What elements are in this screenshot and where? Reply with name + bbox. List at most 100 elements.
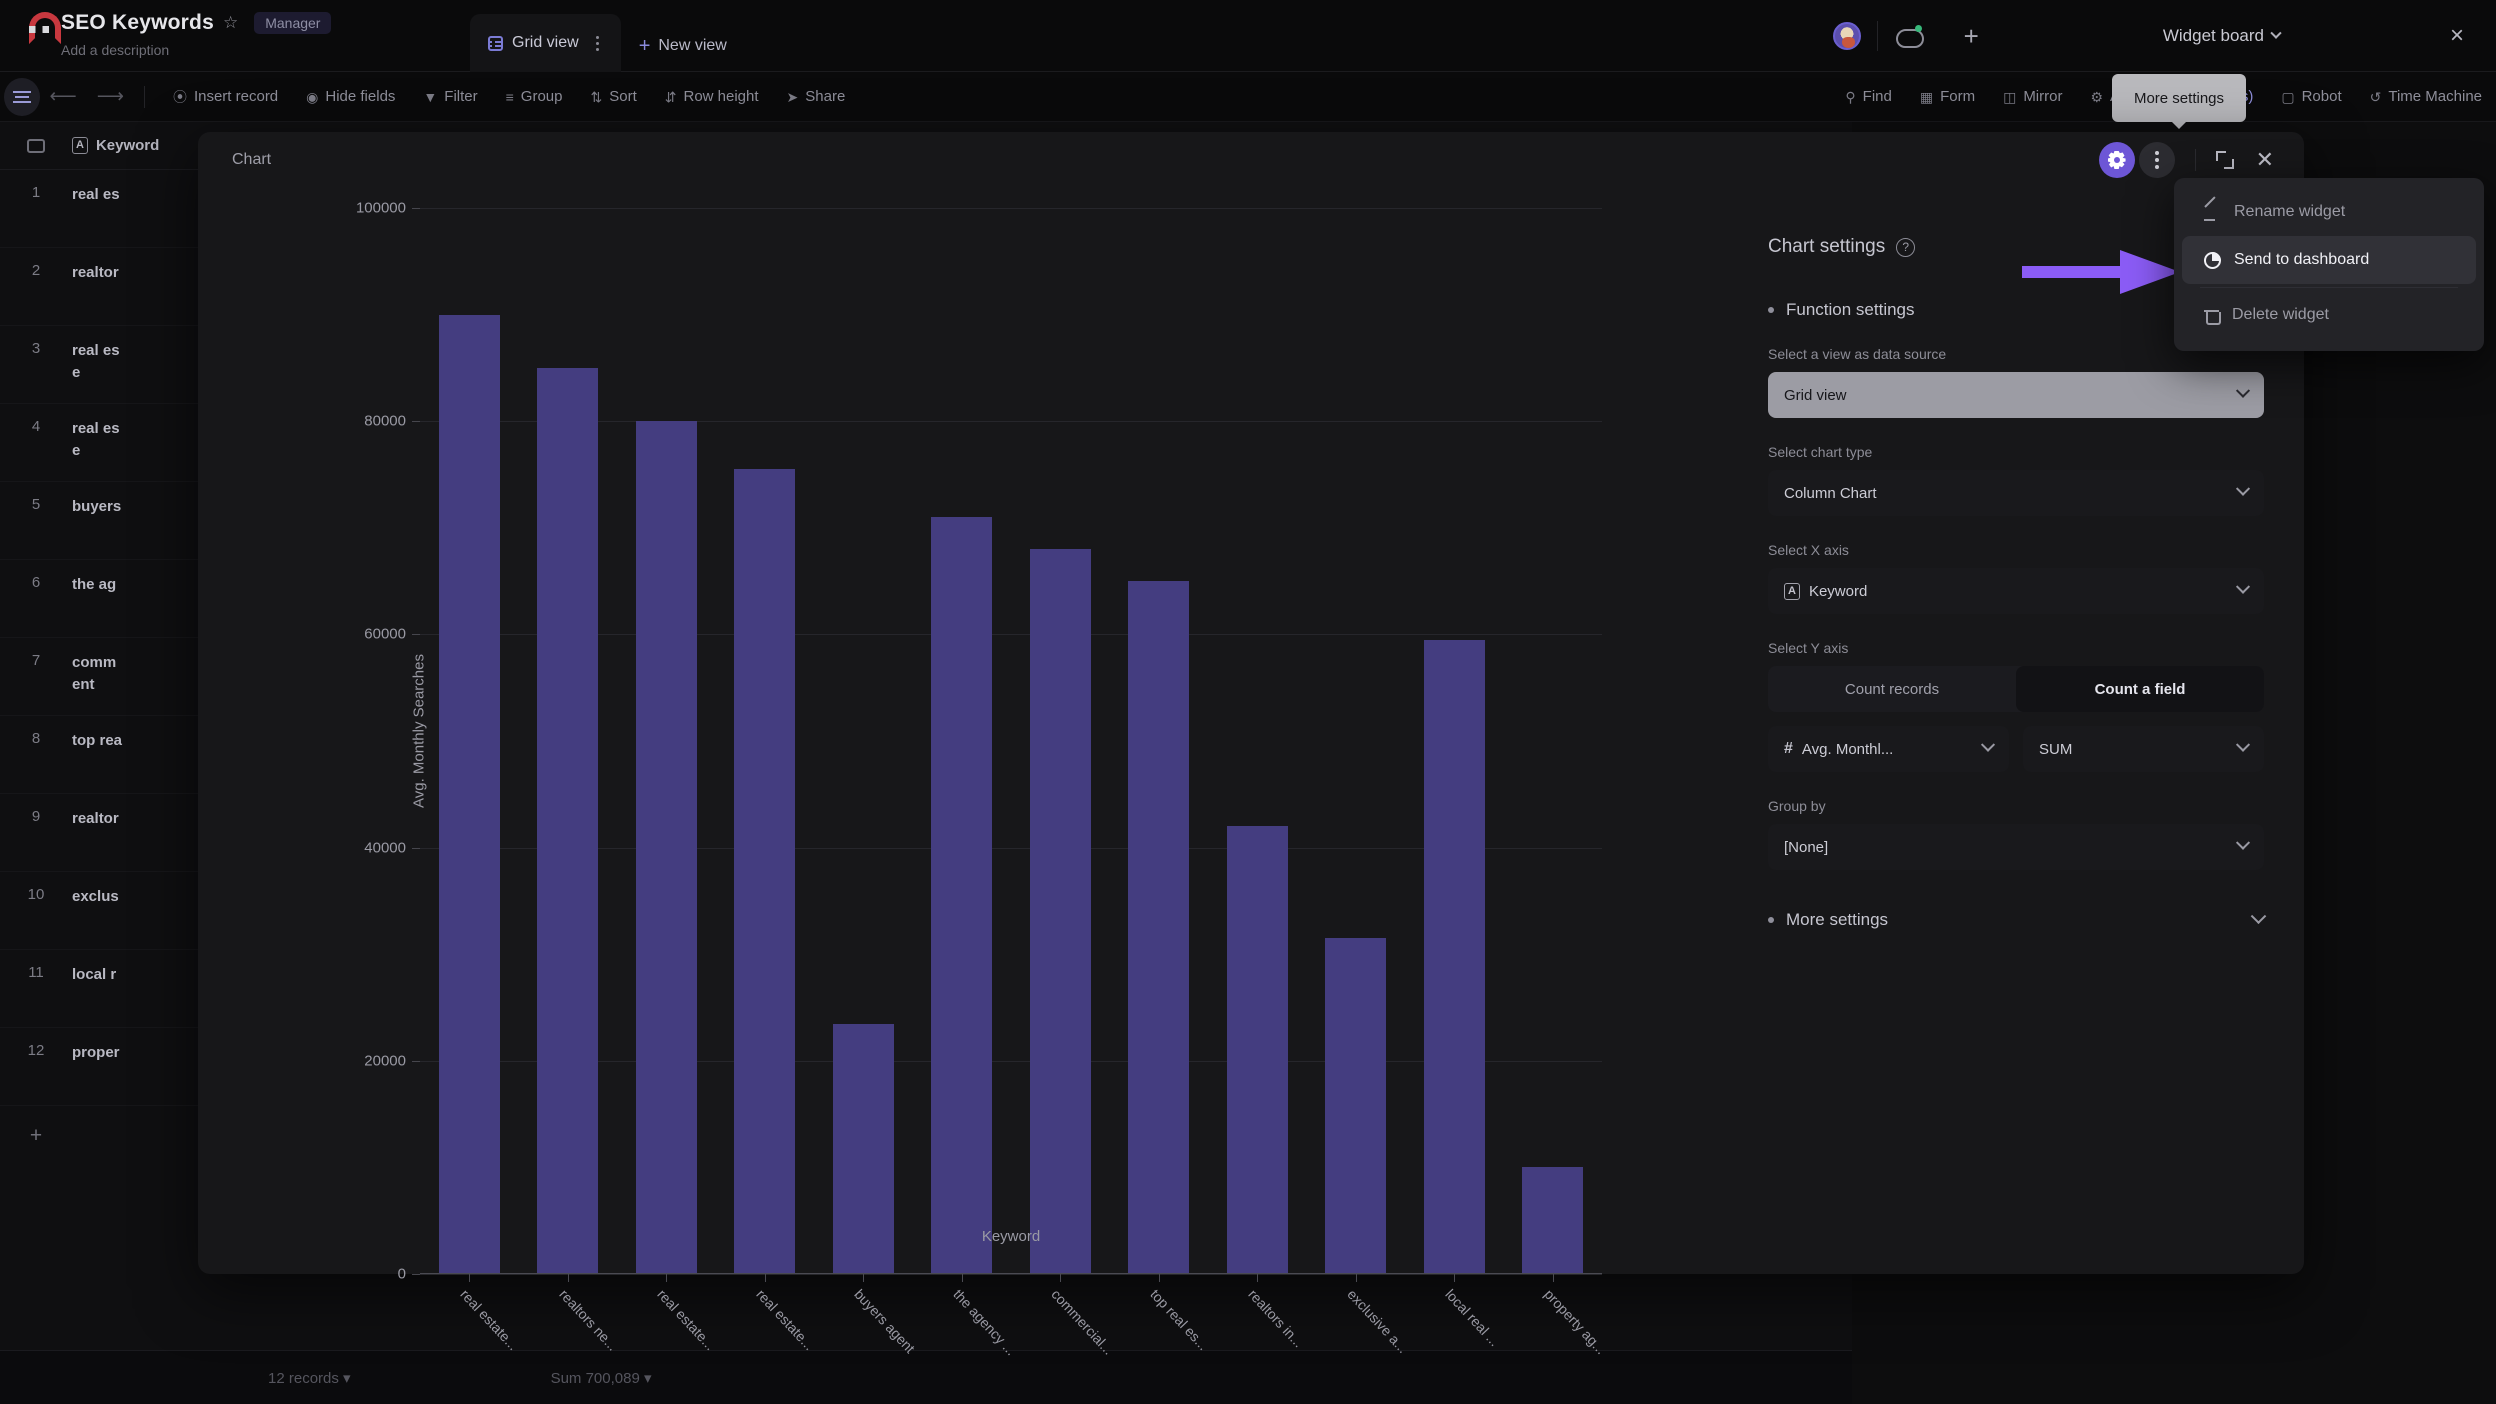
new-view-button[interactable]: + New view — [621, 36, 743, 72]
select-all-checkbox[interactable] — [0, 138, 72, 153]
grid-view-icon — [488, 35, 503, 51]
x-tick-mark — [1158, 1274, 1160, 1282]
cell-keyword[interactable]: real es — [72, 184, 120, 206]
close-icon[interactable]: ✕ — [2256, 147, 2274, 173]
undo-button[interactable]: ⟵ — [40, 85, 87, 108]
record-count[interactable]: 12 records ▾ — [268, 1369, 351, 1387]
row-number: 4 — [31, 418, 41, 435]
row-number: 9 — [31, 808, 41, 825]
toolbar-filter[interactable]: ▼ Filter — [409, 88, 491, 105]
y-tick-label: 80000 — [364, 412, 406, 430]
x-tick-mark — [567, 1274, 569, 1282]
group-by-select[interactable]: [None] — [1768, 824, 2264, 870]
star-icon[interactable]: ☆ — [223, 13, 238, 33]
bar[interactable] — [1226, 826, 1288, 1274]
menu-item-delete-widget-label: Delete widget — [2232, 306, 2329, 323]
toolbar-row-height-label: Row height — [683, 88, 759, 105]
question-mark-icon[interactable]: ? — [1896, 237, 1916, 257]
text-field-icon: A — [1784, 582, 1800, 600]
bar[interactable] — [1522, 1167, 1584, 1274]
bar[interactable] — [734, 469, 796, 1274]
y-axis-field-select[interactable]: # Avg. Monthl... — [1768, 726, 2009, 772]
bar-group: realtors in... — [1208, 208, 1307, 1350]
sum-summary[interactable]: Sum 700,089 ▾ — [551, 1369, 652, 1387]
cell-keyword[interactable]: realtor — [72, 262, 119, 284]
top-bar-right: + Widget board × — [1832, 0, 2496, 72]
cell-keyword[interactable]: comm ent — [72, 652, 116, 696]
cell-keyword[interactable]: realtor — [72, 808, 119, 830]
x-tick-mark — [1060, 1274, 1062, 1282]
more-options-button[interactable] — [2138, 142, 2175, 178]
toolbar-row-height[interactable]: ⇵ Row height — [651, 88, 773, 105]
cell-keyword[interactable]: buyers — [72, 496, 121, 518]
toolbar-mirror-label: Mirror — [2023, 88, 2063, 105]
bar-group: top real es... — [1110, 208, 1211, 1353]
bar[interactable] — [931, 517, 993, 1274]
expand-icon[interactable] — [2215, 151, 2234, 169]
chart-settings-button[interactable] — [2098, 142, 2135, 178]
menu-item-send-to-dashboard[interactable]: Send to dashboard — [2182, 236, 2476, 284]
add-record-icon: + — [29, 1124, 43, 1147]
tab-count-records[interactable]: Count records — [1768, 666, 2016, 712]
chevron-down-icon — [2270, 27, 2282, 39]
bar[interactable] — [1325, 938, 1387, 1274]
toolbar-form[interactable]: ▦ Form — [1906, 88, 1989, 105]
toolbar-robot[interactable]: ▢ Robot — [2267, 88, 2355, 105]
tab-count-a-field[interactable]: Count a field — [2016, 666, 2264, 712]
bar[interactable] — [1423, 639, 1485, 1274]
data-source-select[interactable]: Grid view — [1768, 372, 2264, 418]
toolbar-hide-fields[interactable]: ◉ Hide fields — [292, 88, 409, 105]
avatar[interactable] — [1832, 22, 1861, 50]
x-axis-select[interactable]: A Keyword — [1768, 568, 2264, 614]
menu-item-rename-widget[interactable]: Rename widget — [2182, 188, 2476, 236]
bar[interactable] — [438, 314, 500, 1274]
toolbar-time-machine[interactable]: ↺ Time Machine — [2356, 88, 2496, 105]
form-icon: ▦ — [1919, 88, 1934, 105]
view-options-icon[interactable] — [588, 35, 607, 51]
bar[interactable] — [537, 367, 599, 1274]
widget-board-selector[interactable]: Widget board — [2162, 26, 2282, 46]
record-count-label: 12 records — [268, 1369, 339, 1387]
toolbar-sort[interactable]: ⇅ Sort — [577, 88, 651, 105]
chart-type-select[interactable]: Column Chart — [1768, 470, 2264, 516]
toolbar-group[interactable]: ≡ Group — [492, 88, 577, 105]
text-field-icon: A — [72, 137, 88, 154]
cell-keyword[interactable]: proper — [72, 1042, 120, 1064]
bar[interactable] — [635, 421, 697, 1274]
cell-keyword[interactable]: local r — [72, 964, 116, 986]
add-widget-button[interactable]: + — [1964, 21, 1979, 52]
bar[interactable] — [1128, 581, 1190, 1274]
cell-keyword[interactable]: real es e — [72, 340, 120, 384]
cell-keyword[interactable]: the ag — [72, 574, 116, 596]
cloud-sync-icon[interactable] — [1894, 25, 1924, 48]
cell-keyword[interactable]: top rea — [72, 730, 122, 752]
column-header-keyword[interactable]: A Keyword — [72, 137, 159, 154]
widget-board-label: Widget board — [2162, 26, 2264, 45]
toolbar-mirror[interactable]: ◫ Mirror — [1989, 88, 2076, 105]
close-panel-button[interactable]: × — [2450, 22, 2464, 50]
x-tick-mark — [961, 1274, 963, 1282]
chevron-down-icon — [2235, 383, 2251, 398]
cell-keyword[interactable]: real es e — [72, 418, 120, 462]
tab-grid-view[interactable]: Grid view — [470, 14, 621, 72]
toolbar-share[interactable]: ➤ Share — [773, 88, 860, 105]
redo-button[interactable]: ⟶ — [87, 85, 134, 108]
cell-keyword[interactable]: exclus — [72, 886, 119, 908]
y-axis-aggregate-select[interactable]: SUM — [2023, 726, 2264, 772]
sidebar-toggle-icon[interactable] — [4, 77, 40, 116]
menu-item-rename-widget-label: Rename widget — [2234, 203, 2346, 220]
chart-plot-area: 0 20000 40000 60000 80000 100000 real estate.… — [356, 200, 1609, 1359]
toolbar-find[interactable]: ⚲ Find — [1831, 88, 1905, 105]
more-settings-label: More settings — [1786, 910, 1889, 929]
toolbar-sort-label: Sort — [609, 88, 637, 105]
time-machine-icon: ↺ — [2369, 88, 2382, 105]
y-tick-mark — [412, 1060, 420, 1062]
menu-item-delete-widget[interactable]: Delete widget — [2182, 291, 2476, 339]
more-settings-section[interactable]: More settings — [1768, 907, 2267, 930]
toolbar-insert-record[interactable]: ⦿ Insert record — [159, 88, 292, 105]
trash-icon — [2204, 307, 2221, 325]
y-axis-aggregate-value: SUM — [2039, 740, 2073, 758]
group-icon: ≡ — [505, 88, 514, 105]
bar[interactable] — [1029, 549, 1091, 1274]
description-placeholder[interactable]: Add a description — [26, 42, 169, 58]
